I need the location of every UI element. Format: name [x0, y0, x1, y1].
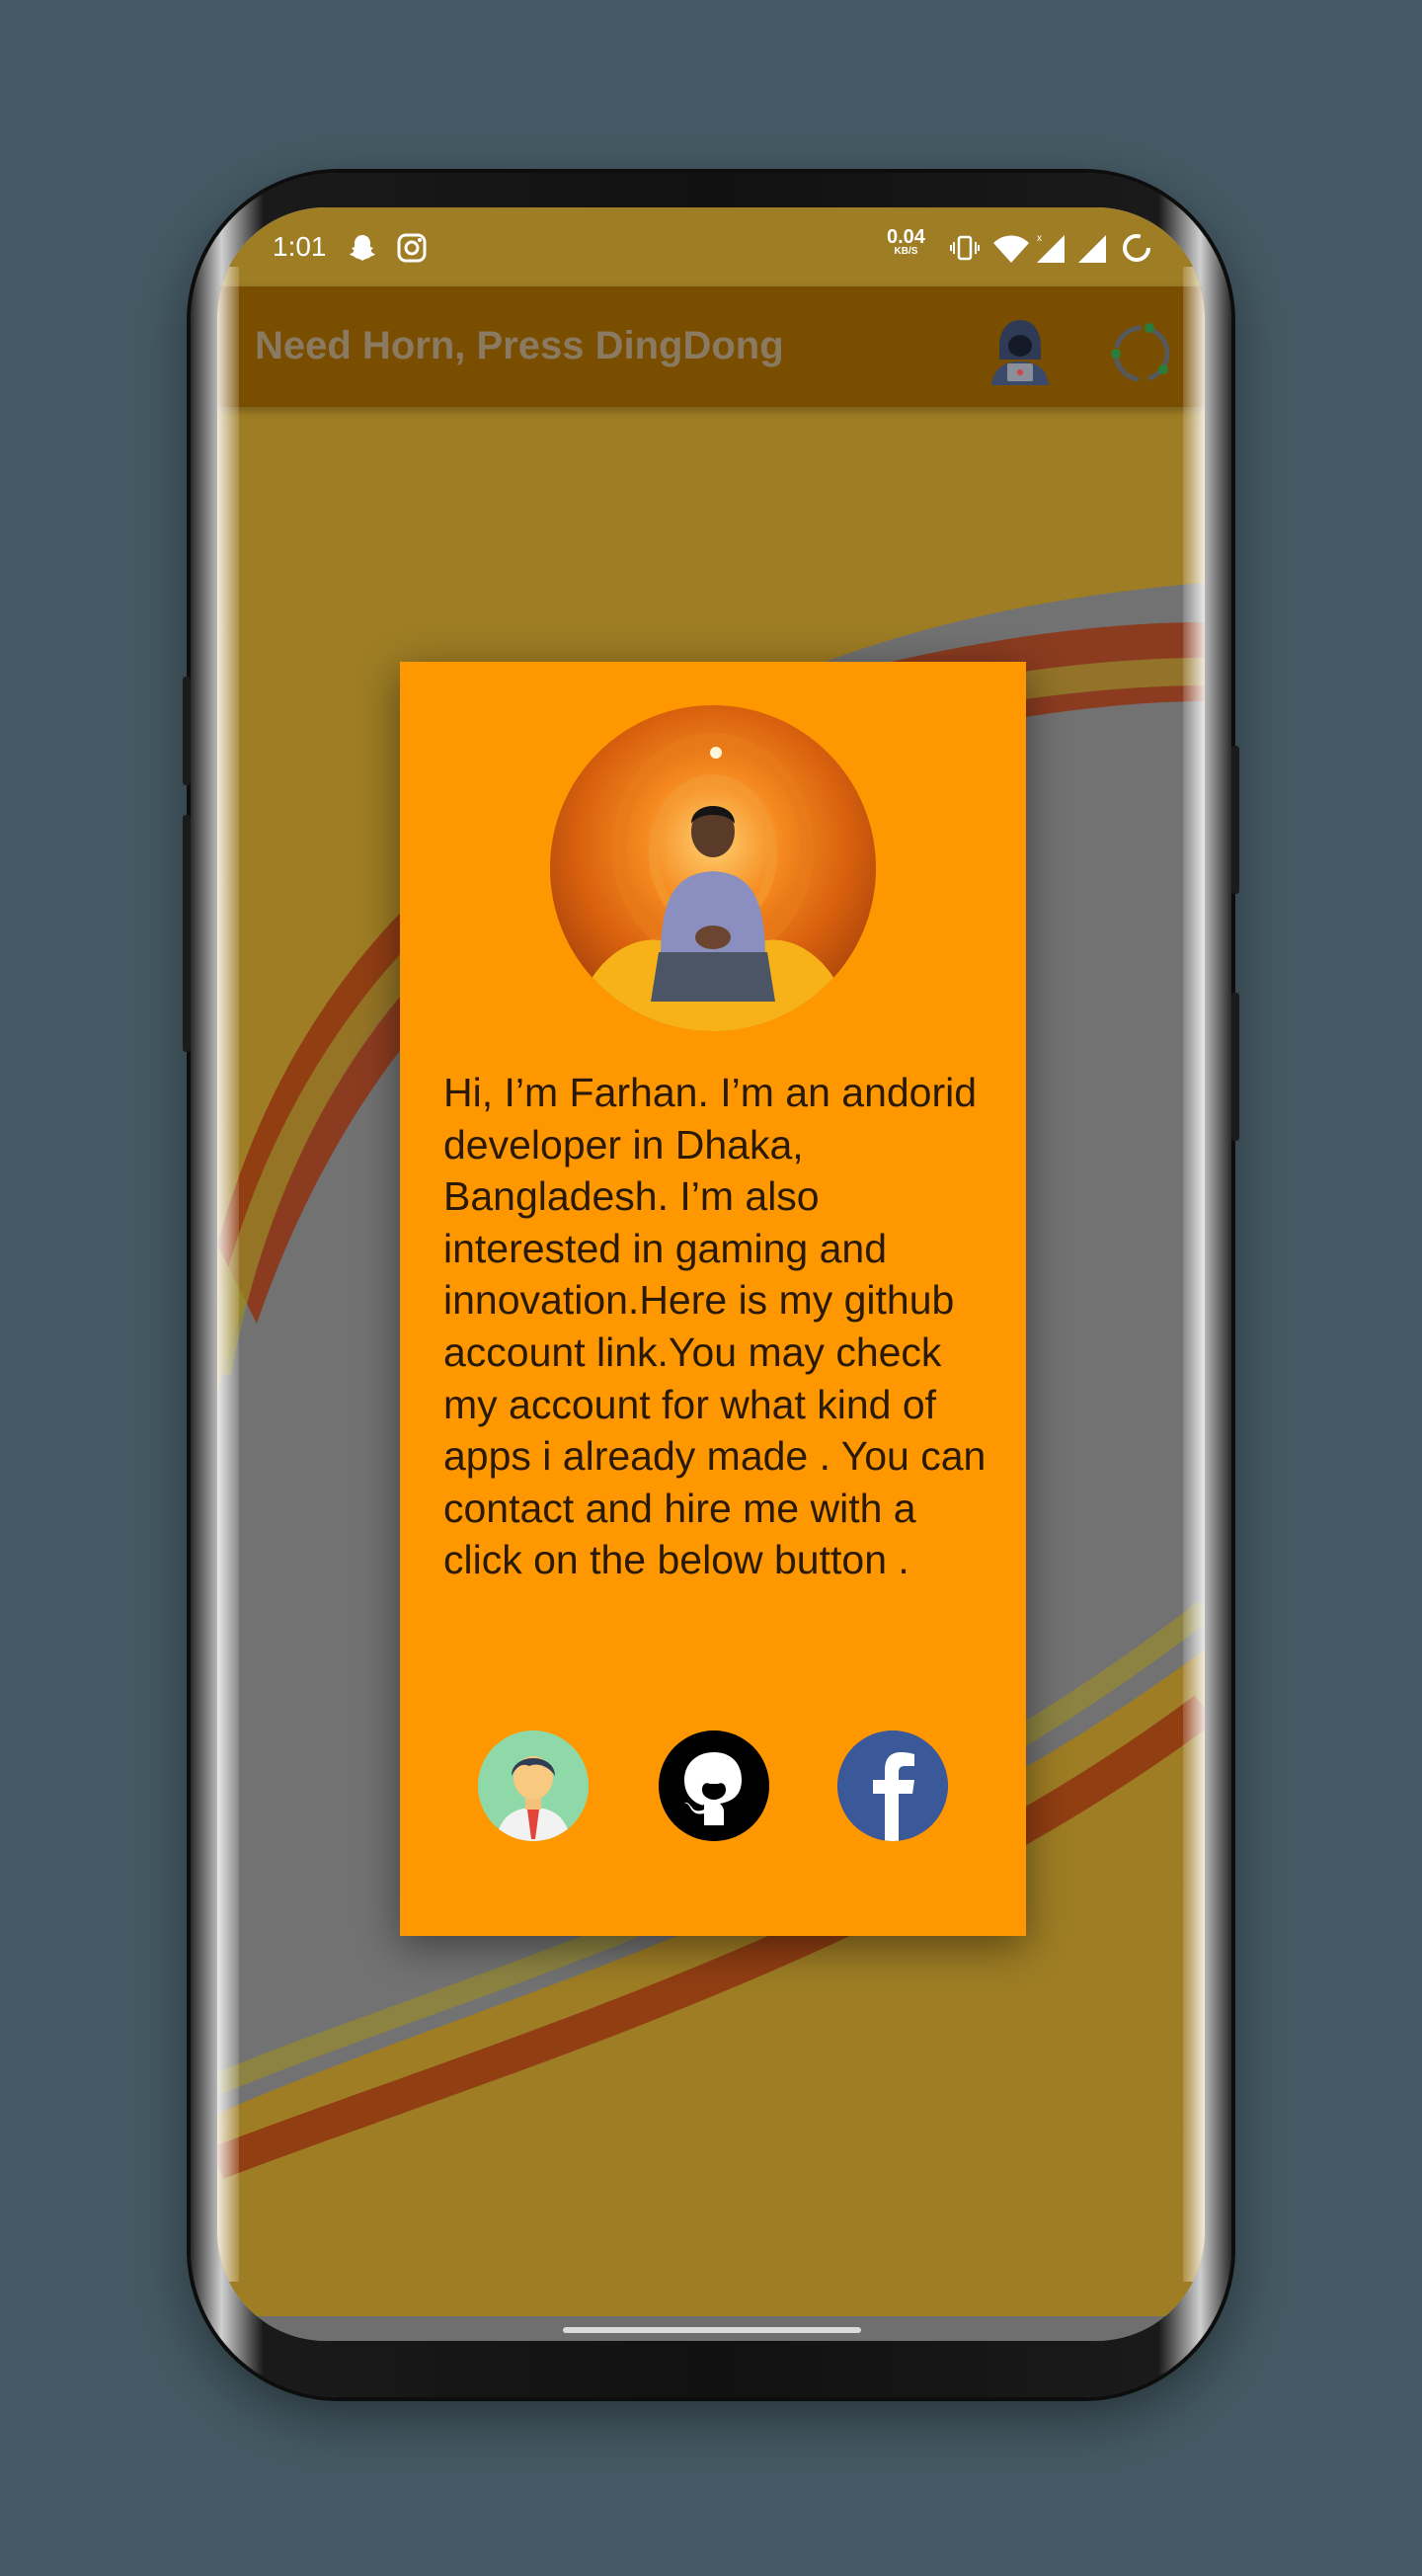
svg-text:x: x: [1037, 233, 1042, 244]
app-bar: Need Horn, Press DingDong: [217, 286, 1205, 407]
profile-photo: [550, 705, 876, 1031]
phone-side-button: [183, 815, 191, 1052]
contact-button[interactable]: [478, 1731, 589, 1841]
net-speed-unit: KB/S: [894, 246, 918, 257]
screen-edge-reflection: [1183, 267, 1205, 2282]
battery-icon: [1123, 234, 1150, 262]
phone-side-button: [1231, 993, 1239, 1141]
snapchat-icon: [350, 235, 375, 261]
github-button[interactable]: [659, 1731, 769, 1841]
loading-spinner-icon[interactable]: [1106, 318, 1177, 389]
facebook-icon: [837, 1731, 948, 1841]
hacker-avatar-icon[interactable]: [986, 316, 1055, 387]
about-dialog: Hi, I’m Farhan. I’m an andorid developer…: [400, 662, 1026, 1936]
phone-side-button: [183, 677, 191, 785]
status-time: 1:01: [273, 231, 327, 262]
phone-side-button: [1231, 746, 1239, 894]
contact-person-icon: [478, 1731, 589, 1841]
bio-text: Hi, I’m Farhan. I’m an andorid developer…: [443, 1070, 987, 1583]
signal-icon: x: [1037, 233, 1065, 263]
github-icon: [659, 1731, 769, 1841]
wifi-icon: [993, 235, 1029, 263]
signal-icon: [1078, 235, 1106, 263]
home-gesture-bar[interactable]: [563, 2327, 861, 2333]
instagram-icon: [397, 233, 427, 263]
status-bar: 1:01 0.04 KB/S x: [217, 207, 1205, 286]
screen-edge-reflection: [217, 267, 239, 2282]
vibrate-icon: [950, 235, 980, 261]
app-title: Need Horn, Press DingDong: [255, 324, 784, 367]
net-speed: 0.04 KB/S: [887, 227, 925, 257]
net-speed-value: 0.04: [887, 226, 925, 248]
facebook-button[interactable]: [837, 1731, 948, 1841]
